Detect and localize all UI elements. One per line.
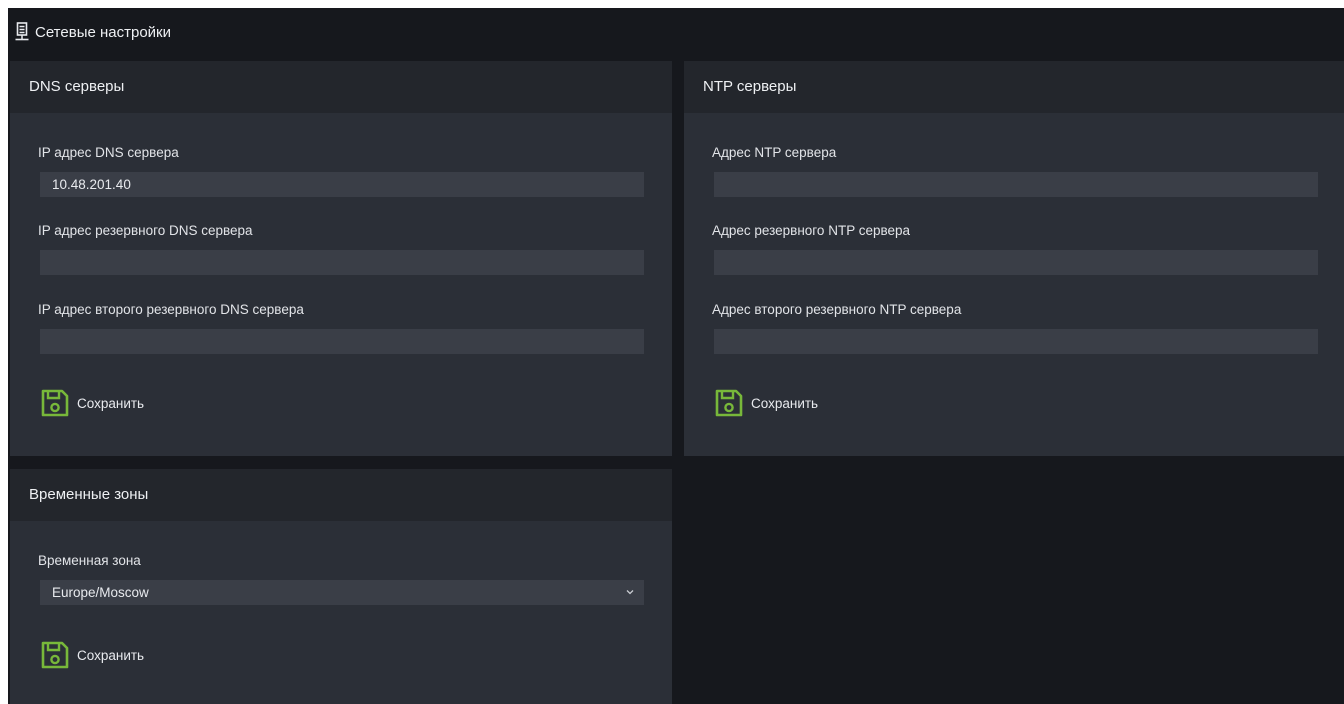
ntp-primary-label: Адрес NTP сервера <box>712 145 837 160</box>
chevron-down-icon <box>626 590 634 595</box>
ntp-panel-title: NTP серверы <box>703 78 797 95</box>
ntp-save-label: Сохранить <box>751 395 819 411</box>
dns-backup-label: IP адрес резервного DNS сервера <box>38 223 253 238</box>
title-bar: Сетевые настройки <box>8 8 1344 61</box>
dns-primary-label: IP адрес DNS сервера <box>38 145 179 160</box>
dns-panel: DNS серверы IP адрес DNS сервера IP адре… <box>10 61 672 456</box>
ntp-second-backup-label: Адрес второго резервного NTP сервера <box>712 302 962 317</box>
floppy-disk-icon <box>41 641 69 669</box>
timezone-panel-header: Временные зоны <box>10 469 672 521</box>
dns-backup-input[interactable] <box>40 250 644 275</box>
ntp-backup-input[interactable] <box>714 250 1318 275</box>
dns-second-backup-label: IP адрес второго резервного DNS сервера <box>38 302 304 317</box>
timezone-selected-value: Europe/Moscow <box>52 585 149 600</box>
timezone-save-label: Сохранить <box>77 647 145 663</box>
timezone-select[interactable]: Europe/Moscow <box>40 580 644 605</box>
timezone-save-button[interactable]: Сохранить <box>40 640 144 670</box>
ntp-second-backup-input[interactable] <box>714 329 1318 354</box>
timezone-panel-title: Временные зоны <box>29 486 149 503</box>
floppy-disk-icon <box>715 389 743 417</box>
dns-panel-header: DNS серверы <box>10 61 672 113</box>
dns-save-button[interactable]: Сохранить <box>40 388 144 418</box>
timezone-panel: Временные зоны Временная зона Europe/Mos… <box>10 469 672 704</box>
floppy-disk-icon <box>41 389 69 417</box>
server-icon <box>15 22 29 41</box>
ntp-save-button[interactable]: Сохранить <box>714 388 818 418</box>
page-title: Сетевые настройки <box>35 24 171 41</box>
network-settings-window: Сетевые настройки DNS серверы IP адрес D… <box>8 8 1344 704</box>
dns-primary-input[interactable] <box>40 172 644 197</box>
timezone-label: Временная зона <box>38 553 141 568</box>
ntp-panel-header: NTP серверы <box>684 61 1344 113</box>
ntp-panel: NTP серверы Адрес NTP сервера Адрес резе… <box>684 61 1344 456</box>
ntp-backup-label: Адрес резервного NTP сервера <box>712 223 911 238</box>
ntp-primary-input[interactable] <box>714 172 1318 197</box>
dns-panel-title: DNS серверы <box>29 78 125 95</box>
dns-second-backup-input[interactable] <box>40 329 644 354</box>
dns-save-label: Сохранить <box>77 395 145 411</box>
